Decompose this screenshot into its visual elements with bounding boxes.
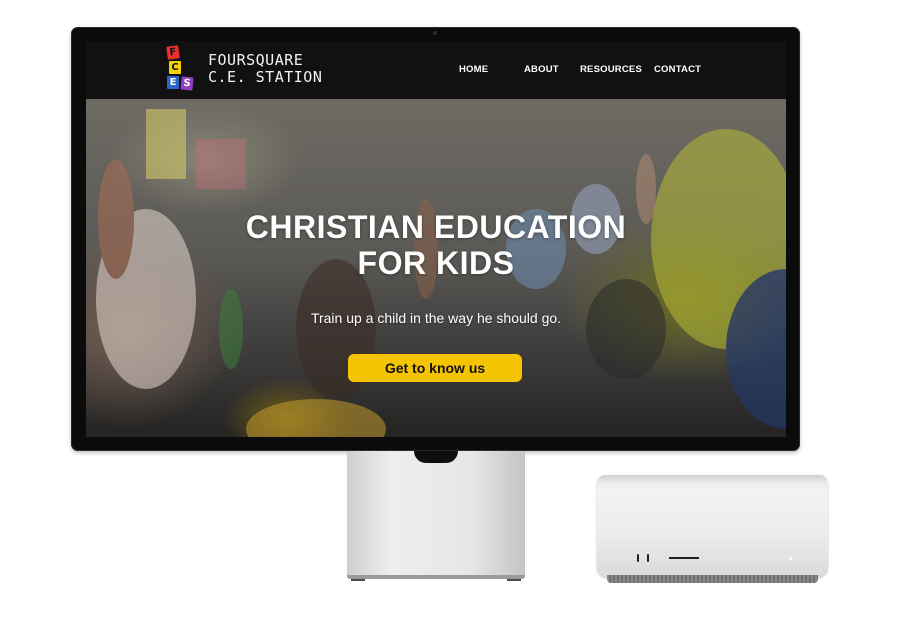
stand-foot-right: [507, 579, 521, 581]
hero-title: CHRISTIAN EDUCATION FOR KIDS: [86, 209, 786, 281]
stand-hinge: [414, 451, 458, 463]
stand-foot: [347, 575, 525, 579]
usb-c-port-icon: [647, 554, 649, 562]
mac-studio-top: [597, 475, 828, 483]
stand-foot-left: [351, 579, 365, 581]
camera-icon: [433, 31, 437, 35]
nav-contact-link[interactable]: CONTACT: [654, 64, 701, 75]
website-screen: F C E S FOURSQUARE C.E. STATION HOME ABO…: [86, 41, 786, 437]
studio-display: F C E S FOURSQUARE C.E. STATION HOME ABO…: [71, 27, 800, 451]
logo-block-f: F: [166, 45, 180, 60]
main-nav: HOME ABOUT RESOURCES CONTACT: [86, 64, 786, 78]
hero-section: CHRISTIAN EDUCATION FOR KIDS Train up a …: [86, 99, 786, 437]
power-led-icon: [789, 557, 792, 560]
mac-studio-vent: [607, 575, 818, 583]
hero-title-line-2: FOR KIDS: [357, 245, 515, 281]
logo-block-s: S: [180, 76, 194, 91]
hero-title-line-1: CHRISTIAN EDUCATION: [245, 209, 627, 245]
mac-studio-icon: [597, 475, 828, 583]
sd-card-slot-icon: [669, 557, 699, 559]
usb-c-port-icon: [637, 554, 639, 562]
nav-about-link[interactable]: ABOUT: [524, 64, 559, 75]
get-to-know-us-button[interactable]: Get to know us: [348, 354, 522, 382]
nav-home-link[interactable]: HOME: [459, 64, 488, 75]
hero-subtitle: Train up a child in the way he should go…: [310, 310, 562, 326]
display-stand: [347, 451, 525, 581]
site-header: F C E S FOURSQUARE C.E. STATION HOME ABO…: [86, 41, 786, 99]
nav-resources-link[interactable]: RESOURCES: [580, 64, 642, 75]
